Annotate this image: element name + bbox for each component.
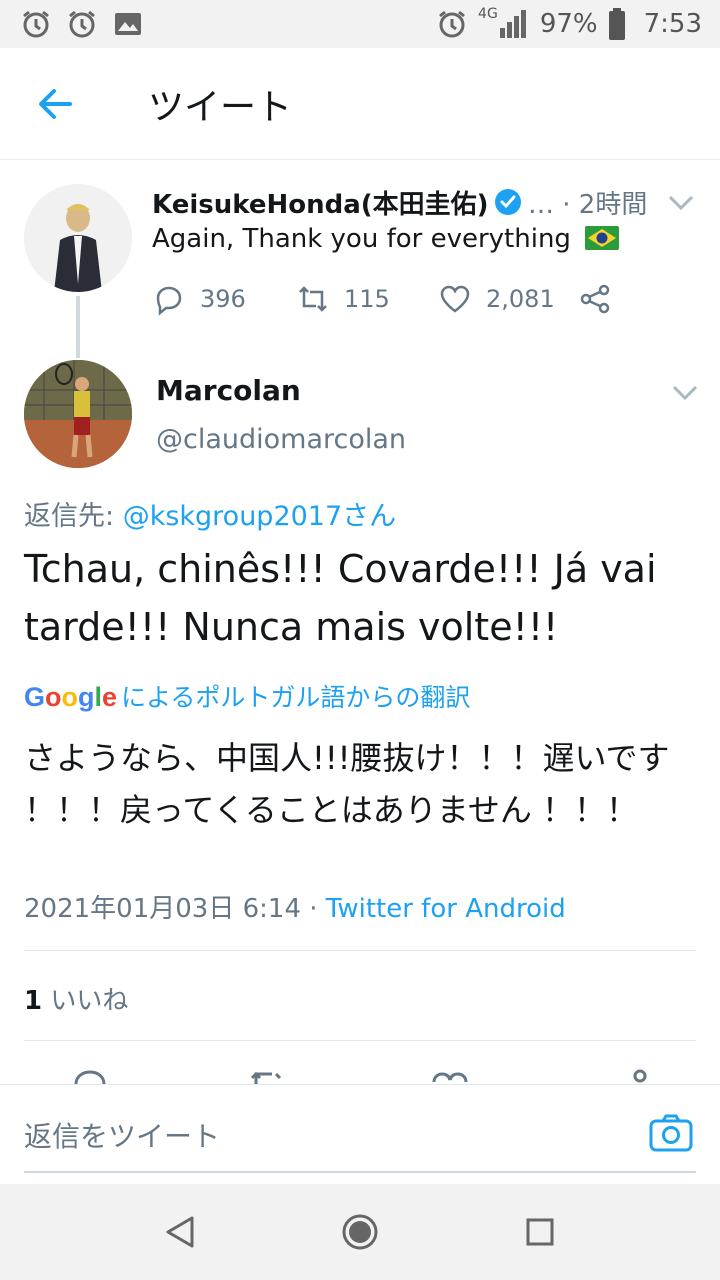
back-arrow-icon[interactable] [30, 82, 80, 126]
reply-count: 396 [200, 285, 246, 313]
retweet-count: 115 [344, 285, 390, 313]
status-bar: 4G 97% 7:53 [0, 0, 720, 48]
retweet-icon[interactable] [246, 1066, 286, 1084]
alarm-icon [69, 10, 95, 38]
clock-time: 7:53 [643, 9, 702, 39]
avatar[interactable] [24, 184, 132, 292]
thread-connector [76, 296, 80, 358]
divider [24, 950, 696, 951]
recents-nav-icon[interactable] [520, 1212, 560, 1252]
system-nav-bar [0, 1184, 720, 1280]
battery-icon [608, 8, 625, 40]
battery-percent: 97% [539, 9, 598, 39]
image-icon [115, 13, 141, 35]
back-nav-icon[interactable] [160, 1212, 200, 1252]
heart-icon[interactable] [430, 1066, 470, 1084]
tweet-time: … · 2時間 [528, 190, 648, 220]
network-type: 4G [478, 6, 498, 22]
avatar[interactable] [24, 360, 132, 468]
author-name[interactable]: Marcolan [156, 374, 301, 407]
heart-icon [440, 285, 470, 313]
author-name[interactable]: KeisukeHonda(本田圭佑) [152, 184, 489, 221]
brazil-flag-icon [585, 226, 620, 250]
alarm-icon [439, 10, 465, 38]
retweet-button[interactable]: 115 [296, 282, 390, 316]
parent-tweet[interactable]: KeisukeHonda(本田圭佑) … · 2時間 Again, Thank … [0, 160, 720, 350]
like-button[interactable]: 2,081 [438, 282, 555, 316]
alarm-icon [23, 10, 49, 38]
chevron-down-icon[interactable] [672, 384, 698, 402]
share-icon [580, 284, 610, 314]
input-underline [24, 1171, 696, 1173]
source-link[interactable]: Twitter for Android [326, 894, 566, 924]
home-nav-icon[interactable] [340, 1212, 380, 1252]
tweet-text: Again, Thank you for everything [152, 224, 620, 254]
camera-icon[interactable] [648, 1113, 694, 1153]
reply-button[interactable]: 396 [152, 282, 246, 316]
chevron-down-icon[interactable] [668, 194, 694, 212]
tweet-timestamp: 2021年01月03日 6:14 · Twitter for Android [24, 894, 566, 924]
divider [24, 1040, 696, 1041]
verified-badge-icon [495, 189, 521, 215]
retweet-icon [299, 286, 327, 312]
share-icon[interactable] [620, 1066, 660, 1084]
likes-summary[interactable]: 1 いいね [24, 980, 128, 1017]
like-count: 2,081 [486, 285, 555, 313]
author-handle[interactable]: @claudiomarcolan [156, 424, 406, 455]
tweet-actions: 396 115 2,081 [152, 282, 622, 318]
mention-link[interactable]: @kskgroup2017さん [123, 501, 396, 532]
signal-icon [499, 10, 526, 38]
translation-attribution[interactable]: Google によるポルトガル語からの翻訳 [24, 678, 470, 714]
reply-icon [156, 286, 182, 316]
google-logo: Google [24, 682, 118, 712]
tweet-text: Tchau, chinês!!! Covarde!!! Já vai tarde… [24, 547, 657, 649]
tweet-actions-partial [0, 1066, 720, 1084]
reply-to-line: 返信先: @kskgroup2017さん [24, 501, 397, 532]
reply-icon[interactable] [70, 1066, 110, 1084]
reply-input[interactable]: 返信をツイート [24, 1115, 220, 1155]
app-header: ツイート [0, 48, 720, 160]
page-title: ツイート [148, 87, 293, 128]
reply-composer[interactable]: 返信をツイート [0, 1084, 720, 1184]
translated-text: さようなら、中国人!!!腰抜け！！！遅いです ！！！戻ってくることはありません … [24, 739, 670, 829]
share-button[interactable] [578, 282, 612, 316]
